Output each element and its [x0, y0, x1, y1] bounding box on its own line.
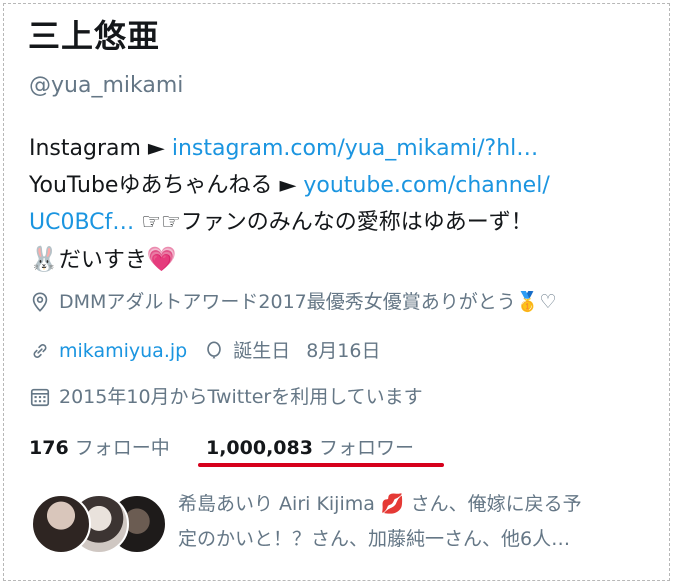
pointing-hands-icon: ☞☞ [141, 210, 181, 235]
avatar[interactable] [31, 494, 91, 554]
location-pin-icon [32, 292, 48, 312]
followed-by-avatars[interactable] [31, 494, 167, 554]
bio-line-3: UC0BCf… ☞☞ファンのみんなの愛称はゆあーず！ [29, 204, 649, 241]
bio-love-text: だいすき [58, 248, 147, 273]
bio-line-2: YouTubeゆあちゃんねる ► youtube.com/channel/ [29, 167, 649, 204]
profile-location: DMMアダルトアワード2017最優秀女優賞ありがとう 🥇 ♡ [29, 287, 557, 317]
followers-count: 1,000,083 [205, 437, 313, 459]
website-link[interactable]: mikamiyua.jp [59, 336, 187, 366]
link-icon [33, 344, 47, 358]
bio-fan-nickname: ファンのみんなの愛称はゆあーず！ [180, 210, 533, 235]
followers-stat[interactable]: 1,000,083 フォロワー [206, 437, 414, 459]
profile-join-date: 2015年10月からTwitterを利用しています [29, 382, 423, 412]
youtube-link-part2[interactable]: UC0BCf… [29, 210, 134, 235]
bio-youtube-prefix: YouTubeゆあちゃんねる ► [29, 173, 297, 198]
profile-bio: Instagram ► instagram.com/yua_mikami/?hl… [29, 130, 649, 279]
bio-instagram-prefix: Instagram ► [29, 136, 165, 161]
followed-by-line-2: 定のかいと！？さん、加藤純一さん、他6人… [178, 528, 571, 550]
gold-medal-icon: 🥇 [515, 291, 540, 313]
followers-label: フォロワー [319, 437, 415, 459]
following-label: フォロー中 [74, 437, 170, 459]
birthday-label: 誕生日 [233, 340, 291, 362]
bio-line-4: 🐰だいすき💗 [29, 241, 649, 279]
location-text: DMMアダルトアワード2017最優秀女優賞ありがとう [59, 291, 516, 313]
followers-you-know[interactable]: 希島あいり Airi Kijima 💋 さん、俺嫁に戻る予 定のかいと！？さん、… [178, 487, 648, 557]
outline-heart-icon: ♡ [539, 291, 557, 313]
display-name: 三上悠亜 [28, 17, 161, 55]
bio-line-1: Instagram ► instagram.com/yua_mikami/?hl… [29, 130, 649, 167]
profile-website-birthday: mikamiyua.jp 誕生日 8月16日 [29, 336, 380, 366]
followed-by-line-1: 希島あいり Airi Kijima 💋 さん、俺嫁に戻る予 [178, 493, 582, 515]
rabbit-icon: 🐰 [29, 245, 59, 273]
birthday-value: 8月16日 [306, 340, 381, 362]
balloon-icon [207, 341, 221, 359]
user-handle: @yua_mikami [29, 73, 184, 98]
annotation-underline [198, 463, 444, 467]
joined-text: 2015年10月からTwitterを利用しています [59, 386, 423, 408]
following-count: 176 [29, 437, 69, 459]
instagram-link[interactable]: instagram.com/yua_mikami/?hl… [172, 136, 538, 161]
heart-icon: 💗 [146, 245, 177, 273]
calendar-icon [30, 388, 50, 407]
profile-stats: 176 フォロー中 1,000,083 フォロワー [29, 433, 414, 463]
following-stat[interactable]: 176 フォロー中 [29, 437, 170, 459]
youtube-link-part1[interactable]: youtube.com/channel/ [303, 173, 549, 198]
